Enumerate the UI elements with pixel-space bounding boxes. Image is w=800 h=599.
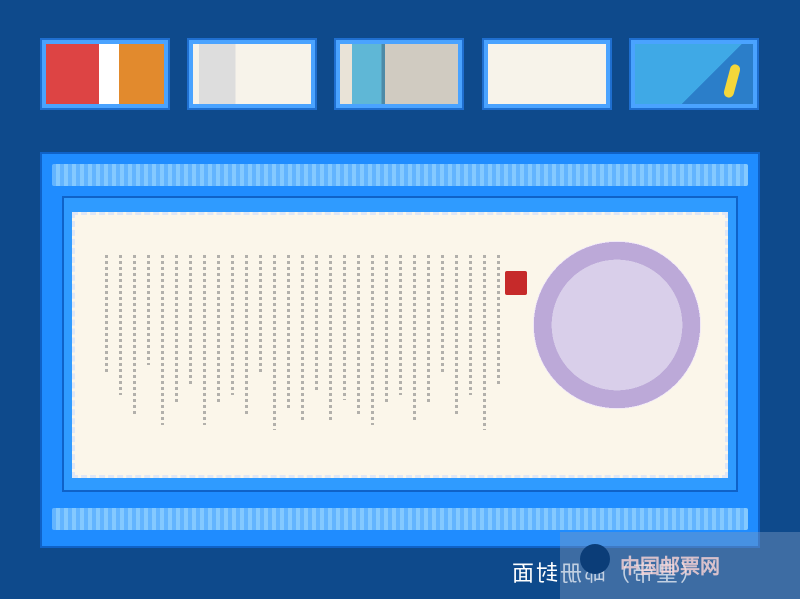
- thumbnail-5-image: [635, 44, 753, 104]
- thumbnail-4[interactable]: [482, 38, 612, 110]
- thumbnail-2[interactable]: [187, 38, 317, 110]
- text-col: [427, 255, 430, 405]
- decorative-band-top: [52, 164, 748, 186]
- text-col: [133, 255, 136, 415]
- text-col: [105, 255, 108, 375]
- text-col: [203, 255, 206, 425]
- thumbnail-2-image: [193, 44, 311, 104]
- text-col: [175, 255, 178, 405]
- text-col: [455, 255, 458, 415]
- text-col: [161, 255, 164, 425]
- dragon-medallion: [533, 241, 701, 409]
- text-col: [147, 255, 150, 365]
- text-col: [343, 255, 346, 400]
- watermark-text: 中国邮票网: [620, 554, 720, 578]
- thumbnail-3[interactable]: [334, 38, 464, 110]
- text-col: [273, 255, 276, 430]
- thumbnail-5[interactable]: [629, 38, 759, 110]
- text-col: [217, 255, 220, 405]
- decorative-band-bottom: [52, 508, 748, 530]
- text-col: [413, 255, 416, 420]
- text-col: [483, 255, 486, 430]
- thumbnail-1[interactable]: [40, 38, 170, 110]
- text-col: [357, 255, 360, 415]
- text-col: [189, 255, 192, 385]
- text-col: [469, 255, 472, 395]
- text-col: [497, 255, 500, 385]
- stamp-sheet: [72, 212, 728, 478]
- text-col: [385, 255, 388, 405]
- site-logo-icon: [580, 544, 610, 574]
- text-col: [231, 255, 234, 395]
- text-col: [371, 255, 374, 425]
- thumbnail-1-image: [46, 44, 164, 104]
- text-columns: [105, 255, 525, 435]
- text-col: [287, 255, 290, 410]
- site-watermark: 中国邮票网: [560, 532, 800, 599]
- text-col: [441, 255, 444, 375]
- thumbnail-strip: [0, 38, 800, 112]
- thumbnail-3-image: [340, 44, 458, 104]
- text-col: [315, 255, 318, 390]
- thumbnail-4-image: [488, 44, 606, 104]
- text-col: [259, 255, 262, 375]
- text-col: [329, 255, 332, 420]
- text-col: [399, 255, 402, 395]
- text-col: [119, 255, 122, 395]
- red-seal: [505, 271, 527, 295]
- text-col: [245, 255, 248, 415]
- inner-frame: [62, 196, 738, 492]
- text-col: [301, 255, 304, 420]
- main-preview: [40, 152, 760, 548]
